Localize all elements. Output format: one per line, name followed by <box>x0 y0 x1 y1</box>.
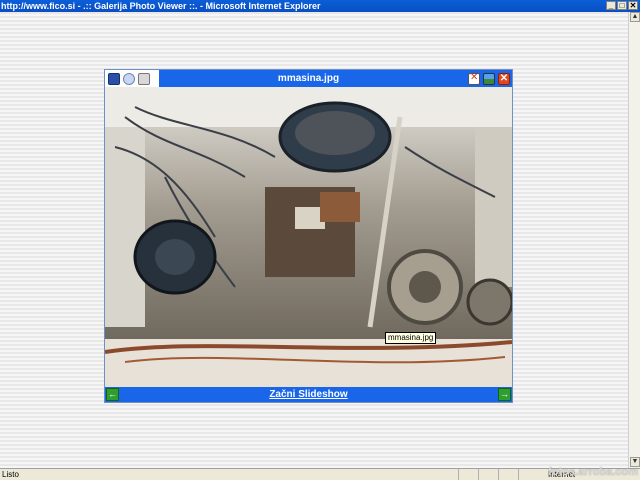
viewer-toolbar: mmasina.jpg ✕ <box>105 70 512 87</box>
status-text: Listo <box>2 470 19 479</box>
viewer-title: mmasina.jpg <box>277 73 340 84</box>
window-title: http://www.fico.si - .:: Galerija Photo … <box>1 1 321 11</box>
scroll-up-button[interactable]: ▲ <box>630 12 640 22</box>
window-titlebar[interactable]: http://www.fico.si - .:: Galerija Photo … <box>0 0 640 12</box>
vertical-scrollbar[interactable]: ▲ ▼ <box>628 12 640 468</box>
photo-rusty-part <box>320 192 360 222</box>
engine-photo-drawing <box>105 87 512 387</box>
watermark: fotos.arroba.com <box>548 466 638 478</box>
viewer-right-icons: ✕ <box>458 70 512 87</box>
minimize-button[interactable]: _ <box>606 1 616 10</box>
save-icon[interactable] <box>108 72 120 85</box>
status-cell <box>478 469 498 480</box>
start-slideshow-link[interactable]: Začni Slideshow <box>125 387 492 402</box>
viewer-close-icon[interactable]: ✕ <box>498 72 510 85</box>
print-icon[interactable] <box>138 72 150 85</box>
previous-arrow-icon[interactable]: ← <box>106 388 119 401</box>
status-cell <box>458 469 478 480</box>
page-content: mmasina.jpg ✕ ✕ ← Začni Slideshow → <box>0 12 628 468</box>
viewer-left-icons <box>105 70 159 87</box>
engine-photo[interactable] <box>105 87 512 387</box>
photo-viewer: mmasina.jpg ✕ ✕ ← Začni Slideshow → <box>104 69 513 403</box>
picture-icon[interactable] <box>483 72 495 85</box>
fullscreen-icon[interactable] <box>468 72 480 85</box>
status-cells <box>458 469 538 480</box>
status-cell <box>518 469 538 480</box>
window-controls: _ □ ✕ <box>606 1 638 10</box>
photo-right-wall <box>475 127 512 287</box>
photo-alternator-hub <box>409 271 441 303</box>
status-bar: Listo Internet <box>0 468 640 480</box>
maximize-button[interactable]: □ <box>617 1 627 10</box>
viewer-bottom-bar: ← Začni Slideshow → <box>105 387 512 402</box>
status-cell <box>498 469 518 480</box>
image-tooltip: mmasina.jpg <box>385 332 437 344</box>
photo-booster-center <box>155 239 195 275</box>
window-close-button[interactable]: ✕ <box>628 1 638 10</box>
photo-air-filter-top <box>295 111 375 155</box>
photo-pulley <box>466 278 512 326</box>
next-arrow-icon[interactable]: → <box>498 388 511 401</box>
email-icon[interactable] <box>123 72 135 85</box>
